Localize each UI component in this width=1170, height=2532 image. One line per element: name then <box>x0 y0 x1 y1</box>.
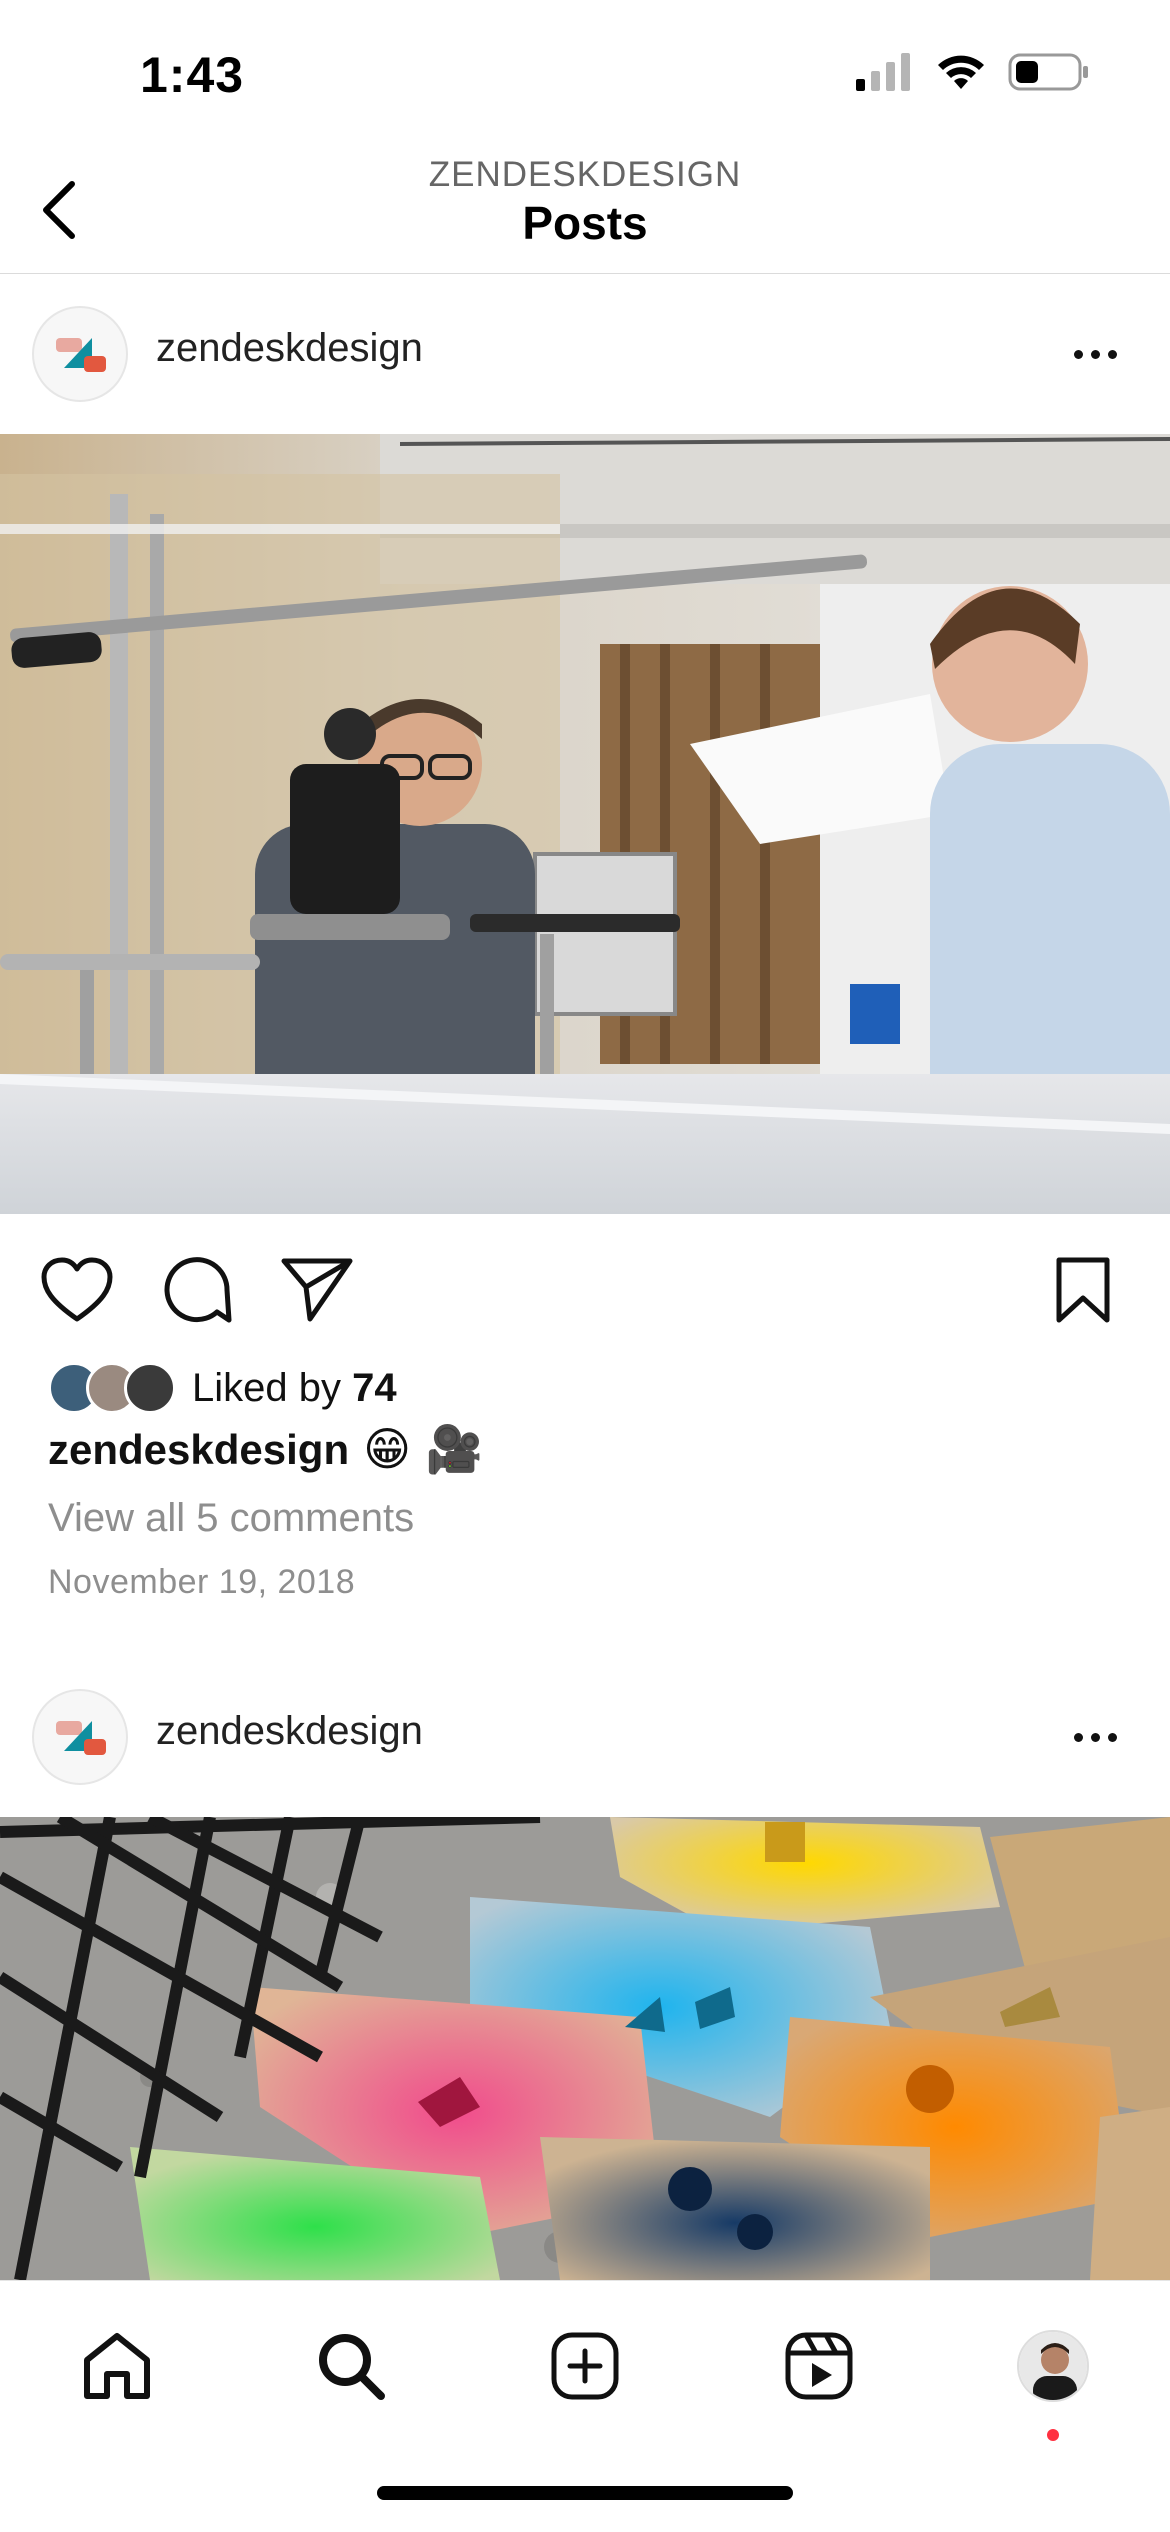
profile-avatar <box>1017 2330 1089 2402</box>
more-dots-icon <box>1073 1732 1083 1742</box>
post-options-button[interactable] <box>1060 1707 1130 1767</box>
notification-dot <box>1047 2429 1059 2441</box>
comment-bubble-icon <box>164 1257 232 1323</box>
send-paper-plane-icon <box>281 1258 353 1322</box>
nav-reels-button[interactable] <box>764 2311 874 2421</box>
heart-icon <box>41 1257 113 1322</box>
likes-row[interactable]: Liked by 74 <box>48 1360 397 1416</box>
save-button[interactable] <box>1038 1245 1128 1335</box>
status-bar: 1:43 <box>0 0 1170 150</box>
wifi-icon <box>938 55 984 89</box>
post-image[interactable] <box>0 1817 1170 2280</box>
caption-emojis: 😁 🎥 <box>363 1422 483 1476</box>
post-options-button[interactable] <box>1060 324 1130 384</box>
more-dots-icon <box>1073 349 1083 359</box>
header-subtitle: ZENDESKDESIGN <box>428 155 742 194</box>
likes-count: 74 <box>352 1365 397 1410</box>
plus-square-icon <box>551 2332 619 2400</box>
avatar[interactable] <box>32 1689 128 1785</box>
caption-username[interactable]: zendeskdesign <box>48 1426 349 1474</box>
post-actions <box>0 1245 1170 1345</box>
likes-count-text: Liked by 74 <box>192 1365 397 1410</box>
like-button[interactable] <box>32 1245 122 1335</box>
post-photo <box>0 434 1170 1214</box>
home-indicator[interactable] <box>377 2486 793 2500</box>
post-header: zendeskdesign <box>0 274 1170 434</box>
share-button[interactable] <box>272 1245 362 1335</box>
post-header: zendeskdesign <box>0 1657 1170 1817</box>
reels-icon <box>785 2332 853 2400</box>
home-icon <box>84 2333 150 2399</box>
profile-photo <box>1019 2332 1087 2400</box>
battery-icon <box>1008 53 1088 91</box>
nav-search-button[interactable] <box>296 2311 406 2421</box>
page-title: Posts <box>522 197 648 249</box>
post-caption: zendeskdesign 😁 🎥 <box>48 1422 483 1477</box>
bookmark-icon <box>1056 1257 1110 1323</box>
post-image[interactable] <box>0 434 1170 1214</box>
avatar[interactable] <box>32 306 128 402</box>
liker-avatar <box>124 1362 176 1414</box>
status-icons <box>856 52 1090 92</box>
comment-button[interactable] <box>152 1245 242 1335</box>
status-time: 1:43 <box>140 47 245 103</box>
zendesk-logo-icon <box>56 1721 106 1755</box>
cellular-signal-icon <box>856 53 910 91</box>
post-photo <box>0 1817 1170 2280</box>
nav-profile-button[interactable] <box>998 2311 1108 2441</box>
post-username[interactable]: zendeskdesign <box>156 1709 423 1754</box>
page-header: ZENDESKDESIGN Posts <box>0 150 1170 274</box>
nav-home-button[interactable] <box>62 2311 172 2421</box>
search-icon <box>319 2334 385 2400</box>
zendesk-logo-icon <box>56 338 106 372</box>
post-date: November 19, 2018 <box>48 1563 356 1601</box>
nav-create-button[interactable] <box>530 2311 640 2421</box>
post-username[interactable]: zendeskdesign <box>156 326 423 371</box>
view-comments-link[interactable]: View all 5 comments <box>48 1496 414 1541</box>
